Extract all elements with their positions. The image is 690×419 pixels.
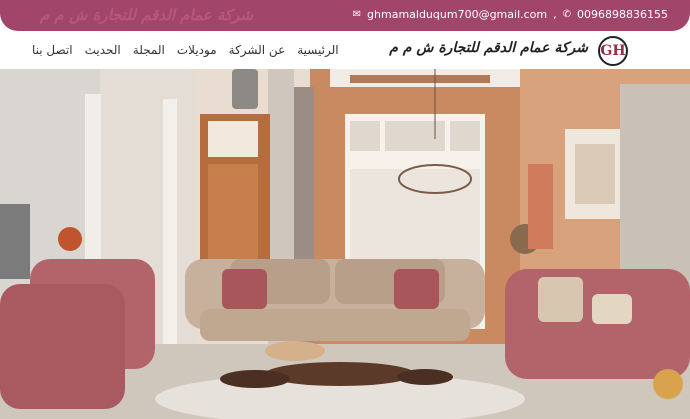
nav-contact[interactable]: اتصل بنا bbox=[32, 43, 73, 57]
nav-magazine[interactable]: المجلة bbox=[133, 43, 165, 57]
company-name[interactable]: شركة عمام الدقم للتجارة ش م م bbox=[389, 40, 588, 56]
faded-site-title: شركة عمام الدقم للتجارة ش م م bbox=[40, 6, 253, 24]
living-room-illustration bbox=[0, 69, 690, 419]
phone-icon: ✆ bbox=[562, 9, 572, 20]
navbar: GH شركة عمام الدقم للتجارة ش م م الرئيسي… bbox=[0, 31, 690, 69]
main-menu: الرئيسية عن الشركة موديلات المجلة الحديث… bbox=[32, 43, 339, 57]
company-logo[interactable]: GH bbox=[598, 36, 628, 66]
top-bar: شركة عمام الدقم للتجارة ش م م ✉ ghmamald… bbox=[0, 0, 690, 31]
nav-about[interactable]: عن الشركة bbox=[229, 43, 286, 57]
envelope-icon: ✉ bbox=[352, 9, 362, 20]
nav-models[interactable]: موديلات bbox=[177, 43, 217, 57]
nav-news[interactable]: الحديث bbox=[85, 43, 121, 57]
contact-info: ✉ ghmamalduqum700@gmail.com , ✆ 00968988… bbox=[353, 8, 668, 21]
nav-home[interactable]: الرئيسية bbox=[297, 43, 338, 57]
hero-image-living-room bbox=[0, 69, 690, 419]
email-link[interactable]: ghmamalduqum700@gmail.com bbox=[367, 8, 547, 21]
phone-link[interactable]: 0096898836155 bbox=[577, 8, 668, 21]
separator: , bbox=[553, 8, 557, 21]
